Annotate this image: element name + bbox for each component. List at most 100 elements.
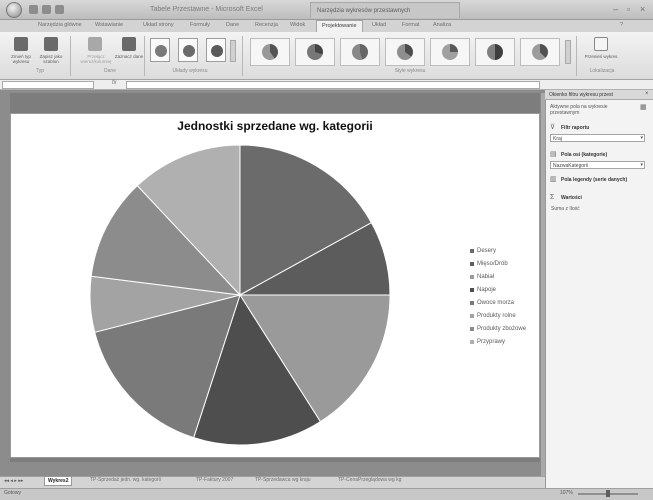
tab-formulas[interactable]: Formuły [190,22,210,28]
legend-label: Produkty zbożowe [477,325,527,332]
field-list-icon[interactable]: ▦ [640,104,647,111]
chart-legend[interactable]: Desery Mięso/Drób Nabiał Napoje Owoce morza P… [470,244,526,348]
group-separator [242,36,243,76]
report-filter-value: Kraj [553,136,562,142]
axis-fields-dropdown[interactable]: NazwaKategorii ▾ [550,161,645,169]
group-label-styles: Style wykresu [394,68,426,74]
values-label: Wartości [561,195,582,201]
tab-review[interactable]: Recenzja [255,22,278,28]
sigma-icon: Σ [550,194,555,201]
legend-swatch [470,313,474,318]
legend-item[interactable]: Produkty rolne [470,309,526,322]
tab-home[interactable]: Narzędzia główne [38,22,82,28]
zoom-slider-knob[interactable] [606,490,610,497]
group-label-data: Dane [104,68,116,74]
legend-item[interactable]: Nabiał [470,270,526,283]
legend-fields-icon: ▥ [550,176,557,183]
chart-style-1[interactable] [250,38,290,66]
sheet-tab[interactable]: TP-CenaPrzeglądowa wg kg [338,477,401,483]
filter-icon: ⊽ [550,124,556,131]
legend-swatch [470,261,474,266]
move-chart-icon[interactable] [594,37,608,51]
sheet-tab[interactable]: TP-Sprzedaż jedn. wg. kategorii [90,477,161,483]
sheet-tab-chart2[interactable]: Wykres2 [44,476,73,486]
status-text: Gotowy [4,490,21,496]
report-filter-label: Filtr raportu [561,125,590,131]
chart-style-7[interactable] [520,38,560,66]
chart-layout-2[interactable] [178,38,198,62]
tab-layout[interactable]: Układ [372,22,386,28]
zoom-level[interactable]: 107% [560,490,573,496]
help-icon[interactable]: ? [620,22,623,28]
chart-style-6[interactable] [475,38,515,66]
switch-row-column-icon[interactable] [88,37,102,51]
legend-swatch [470,339,474,344]
legend-item[interactable]: Mięso/Drób [470,257,526,270]
chevron-down-icon[interactable]: ▾ [640,135,643,141]
group-separator [70,36,71,76]
legend-swatch [470,287,474,292]
styles-more-button[interactable] [565,40,571,64]
change-chart-type-button[interactable]: Zmień typ wykresu [6,54,36,64]
chevron-down-icon[interactable]: ▾ [640,162,643,168]
legend-item[interactable]: Przyprawy [470,335,526,348]
close-icon[interactable]: × [640,4,645,14]
layouts-more-button[interactable] [230,40,236,62]
legend-fields-label: Pola legendy (serie danych) [561,177,628,183]
sheet-nav-arrows-icon[interactable]: ◂◂ ◂ ▸ ▸▸ [4,478,23,484]
tab-design[interactable]: Projektowanie [316,20,363,32]
switch-row-column-button[interactable]: Przełącz wiersz/kolumnę [76,54,116,64]
tab-format[interactable]: Format [402,22,419,28]
pane-title: Okienko filtru wykresu przest [549,92,613,98]
tab-page-layout[interactable]: Układ strony [143,22,174,28]
fx-icon[interactable]: fx [112,80,117,86]
legend-item[interactable]: Napoje [470,283,526,296]
chart-layout-3[interactable] [206,38,226,62]
sheet-tab[interactable]: TP-Sprzedawca wg kraju [255,477,311,483]
tab-view[interactable]: Widok [290,22,305,28]
tab-analyze[interactable]: Analiza [433,22,451,28]
pivot-chart-filter-pane [545,90,653,488]
status-bar [0,488,653,500]
save-icon[interactable] [29,5,38,14]
minimize-icon[interactable]: – [613,4,618,14]
pie-chart[interactable] [90,145,390,445]
axis-fields-label: Pola osi (kategorie) [561,152,608,158]
legend-item[interactable]: Produkty zbożowe [470,322,526,335]
group-separator [144,36,145,76]
legend-label: Desery [477,247,497,254]
sheet-tab[interactable]: TP-Faktury 2007 [196,477,233,483]
name-box[interactable] [2,81,94,89]
active-fields-label: Aktywne pola na wykresie przestawnym [550,104,608,116]
legend-label: Mięso/Drób [477,260,508,267]
chart-title[interactable]: Jednostki sprzedane wg. kategorii [10,119,540,133]
chart-style-4[interactable] [385,38,425,66]
legend-label: Produkty rolne [477,312,516,319]
chart-style-2[interactable] [295,38,335,66]
redo-icon[interactable] [55,5,64,14]
move-chart-button[interactable]: Przenieś wykres [584,54,618,59]
maximize-icon[interactable]: ▫ [627,4,630,14]
legend-item[interactable]: Desery [470,244,526,257]
report-filter-dropdown[interactable]: Kraj ▾ [550,134,645,142]
select-data-button[interactable]: Zaznacz dane [114,54,144,59]
tab-data[interactable]: Dane [226,22,239,28]
chart-style-5[interactable] [430,38,470,66]
pane-close-icon[interactable]: × [645,91,649,97]
chart-style-3[interactable] [340,38,380,66]
legend-swatch [470,326,474,331]
select-data-icon[interactable] [122,37,136,51]
legend-swatch [470,248,474,253]
legend-label: Nabiał [477,273,495,280]
save-as-template-icon[interactable] [44,37,58,51]
legend-item[interactable]: Owoce morza [470,296,526,309]
values-item[interactable]: Suma z Ilość [551,206,580,212]
office-button[interactable] [6,2,22,18]
tab-insert[interactable]: Wstawianie [95,22,123,28]
change-chart-type-icon[interactable] [14,37,28,51]
formula-input[interactable] [126,81,540,89]
context-tab-group-label: Narzędzia wykresów przestawnych [310,2,460,18]
undo-icon[interactable] [42,5,51,14]
chart-layout-1[interactable] [150,38,170,62]
save-as-template-button[interactable]: Zapisz jako szablon [36,54,66,64]
